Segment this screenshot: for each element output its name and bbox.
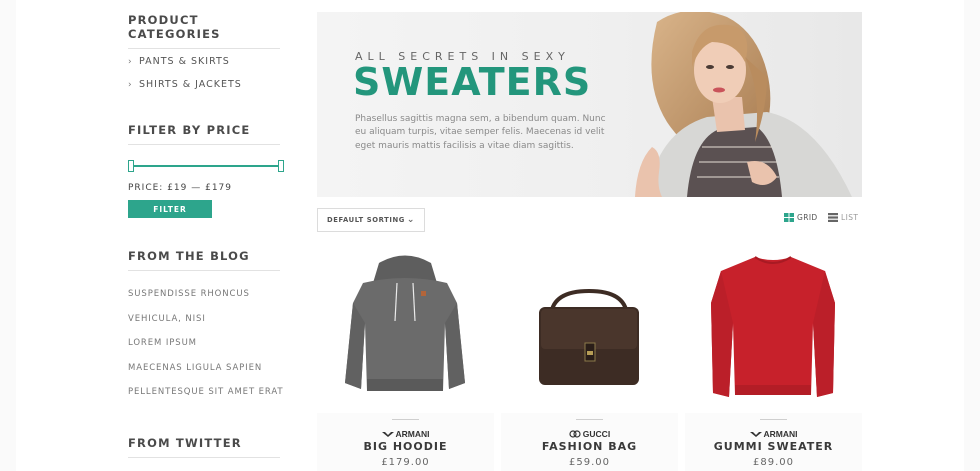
brand-logo: GUCCI (501, 429, 678, 439)
product-card[interactable]: GUCCI FASHION BAG £59.00 (501, 243, 678, 471)
grid-view-toggle[interactable]: GRID (784, 213, 818, 222)
bag-image (539, 288, 639, 385)
sorting-dropdown[interactable]: DEFAULT SORTING ⌄ (317, 208, 425, 232)
blog-post-link[interactable]: MAECENAS LIGULA SAPIEN (128, 359, 284, 384)
divider (576, 419, 603, 420)
armani-eagle-icon (749, 431, 762, 437)
price-range-slider[interactable] (128, 160, 284, 172)
slider-track (131, 165, 281, 167)
category-list: › PANTS & SKIRTS › SHIRTS & JACKETS (128, 50, 242, 96)
chevron-right-icon: › (128, 79, 133, 90)
chevron-down-icon: ⌄ (406, 215, 415, 225)
hoodie-image (345, 255, 465, 391)
from-the-blog-title: FROM THE BLOG (128, 249, 280, 271)
gucci-gg-icon (569, 430, 581, 438)
category-item-shirts-jackets[interactable]: › SHIRTS & JACKETS (128, 73, 242, 96)
brand-logo: ARMANI (685, 429, 862, 439)
product-name[interactable]: BIG HOODIE (317, 440, 494, 453)
list-label: LIST (841, 213, 859, 222)
promo-banner[interactable]: ALL SECRETS IN SEXY SWEATERS Phasellus s… (317, 12, 862, 197)
slider-max-handle[interactable] (278, 160, 284, 172)
product-name[interactable]: FASHION BAG (501, 440, 678, 453)
sweater-image (711, 256, 835, 397)
category-label: PANTS & SKIRTS (139, 56, 230, 67)
product-image[interactable] (685, 243, 862, 413)
category-label: SHIRTS & JACKETS (139, 79, 242, 90)
brand-name: ARMANI (395, 429, 430, 439)
filter-by-price-title: FILTER BY PRICE (128, 123, 280, 145)
category-item-pants-skirts[interactable]: › PANTS & SKIRTS (128, 50, 242, 73)
product-name[interactable]: GUMMI SWEATER (685, 440, 862, 453)
brand-name: GUCCI (582, 429, 611, 439)
product-card[interactable]: ARMANI GUMMI SWEATER £89.00 (685, 243, 862, 471)
grid-icon (784, 213, 794, 222)
grid-label: GRID (797, 213, 818, 222)
divider (392, 419, 419, 420)
product-image[interactable] (501, 243, 678, 413)
product-price: £89.00 (753, 457, 794, 468)
product-price: £59.00 (569, 457, 610, 468)
banner-title: SWEATERS (353, 60, 592, 104)
slider-min-handle[interactable] (128, 160, 134, 172)
blog-post-link[interactable]: PELLENTESQUE SIT AMET ERAT (128, 383, 284, 408)
product-categories-title: PRODUCT CATEGORIES (128, 13, 280, 49)
sorting-selected-label: DEFAULT SORTING (327, 216, 405, 224)
page: PRODUCT CATEGORIES › PANTS & SKIRTS › SH… (16, 0, 964, 471)
list-view-toggle[interactable]: LIST (828, 213, 858, 222)
filter-button[interactable]: FILTER (128, 200, 212, 218)
blog-post-link[interactable]: VEHICULA, NISI (128, 310, 284, 335)
model-photo-illustration (635, 12, 852, 197)
blog-post-list: SUSPENDISSE RHONCUS VEHICULA, NISI LOREM… (128, 285, 284, 408)
list-icon (828, 213, 838, 222)
product-price: £179.00 (381, 457, 430, 468)
brand-name: ARMANI (763, 429, 798, 439)
price-range-label: PRICE: £19 — £179 (128, 183, 233, 193)
blog-post-link[interactable]: LOREM IPSUM (128, 334, 284, 359)
from-twitter-title: FROM TWITTER (128, 436, 280, 458)
product-card[interactable]: ARMANI BIG HOODIE £179.00 (317, 243, 494, 471)
banner-text: Phasellus sagittis magna sem, a bibendum… (355, 114, 606, 151)
product-image[interactable] (317, 243, 494, 413)
divider (760, 419, 787, 420)
brand-logo: ARMANI (317, 429, 494, 439)
chevron-right-icon: › (128, 56, 133, 67)
blog-post-link[interactable]: SUSPENDISSE RHONCUS (128, 285, 284, 310)
armani-eagle-icon (381, 431, 394, 437)
